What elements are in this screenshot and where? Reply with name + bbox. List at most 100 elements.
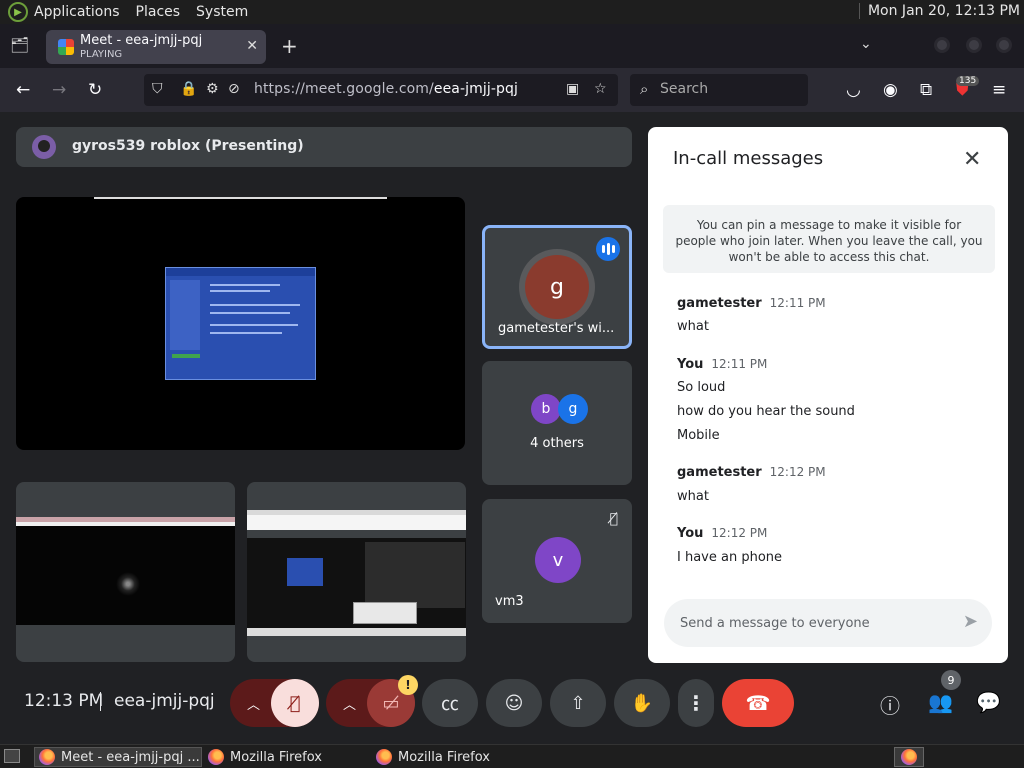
message-input[interactable] xyxy=(680,613,940,633)
reactions-emoji-button[interactable]: ☺ xyxy=(486,679,542,727)
presenter-name: gyros539 roblox (Presenting) xyxy=(72,138,304,154)
menu-applications[interactable]: Applications xyxy=(34,4,120,20)
extension-count-badge: 135 xyxy=(956,76,980,86)
presenter-avatar xyxy=(32,135,56,159)
window-maximize-icon[interactable] xyxy=(966,37,982,53)
app-menu-hamburger-icon[interactable]: ≡ xyxy=(992,80,1006,100)
search-placeholder: Search xyxy=(660,81,709,97)
search-bar[interactable]: ⌕ Search xyxy=(630,74,808,106)
list-all-tabs-chevron-icon[interactable]: ⌄ xyxy=(860,36,872,52)
people-icon[interactable]: 👥 xyxy=(928,690,953,714)
pocket-icon[interactable]: ◡ xyxy=(846,80,861,100)
url-text[interactable]: https://meet.google.com/eea-jmjj-pqj xyxy=(254,81,518,97)
tab-title: Meet - eea-jmjj-pqj xyxy=(80,33,203,48)
window-close-icon[interactable] xyxy=(996,37,1012,53)
tab-close-icon[interactable]: ✕ xyxy=(246,38,258,54)
avatar: g xyxy=(525,255,589,319)
participant-name: gametester's wi... xyxy=(498,321,615,336)
window-minimize-icon[interactable] xyxy=(934,37,950,53)
taskbar-item-firefox-1[interactable]: Mozilla Firefox xyxy=(204,747,370,767)
leave-call-button[interactable]: ☎ xyxy=(722,679,794,727)
captions-button[interactable]: ㏄ xyxy=(422,679,478,727)
message-header: You 12:11 PM xyxy=(677,357,768,372)
back-arrow-icon[interactable]: ← xyxy=(16,80,30,100)
camera-warning-badge: ! xyxy=(398,675,418,695)
new-tab-plus-icon[interactable]: + xyxy=(281,34,298,58)
reload-icon[interactable]: ↻ xyxy=(88,80,102,100)
close-icon[interactable]: ✕ xyxy=(963,147,981,172)
participant-tile-vm3[interactable]: 🎙̸ v vm3 xyxy=(482,499,632,623)
firefox-icon xyxy=(39,749,55,765)
video-options-chevron-up-icon[interactable]: ︿ xyxy=(343,694,356,713)
panel-title: In-call messages xyxy=(673,148,824,169)
participant-tile-others[interactable]: b g 4 others xyxy=(482,361,632,485)
message-header: You 12:12 PM xyxy=(677,526,768,541)
browser-nav-bar: ← → ↻ ⛉ 🔒 ⚙ ⊘ https://meet.google.com/ee… xyxy=(0,68,1024,112)
shared-xp-setup-window xyxy=(165,267,316,380)
message-text: I have an phone xyxy=(677,550,783,565)
people-count-badge: 9 xyxy=(941,670,961,690)
screen-share-thumbnail-1[interactable] xyxy=(16,482,235,662)
message-text: So loud xyxy=(677,380,726,395)
message-text: how do you hear the sound xyxy=(677,404,855,419)
tracking-shield-icon[interactable]: ⛉ xyxy=(152,81,163,97)
audio-options-chevron-up-icon[interactable]: ︿ xyxy=(247,694,260,713)
url-bar[interactable]: ⛉ 🔒 ⚙ ⊘ https://meet.google.com/eea-jmjj… xyxy=(144,74,618,106)
present-screen-button[interactable]: ⇧ xyxy=(550,679,606,727)
permissions-icon[interactable]: ⚙ xyxy=(206,81,219,97)
message-composer: ➤ xyxy=(664,599,992,647)
account-icon[interactable]: ◉ xyxy=(883,80,898,100)
raise-hand-button[interactable]: ✋ xyxy=(614,679,670,727)
message-header: gametester 12:12 PM xyxy=(677,465,826,480)
mic-control-group: ︿ 🎙̸ xyxy=(230,679,319,727)
participant-name: vm3 xyxy=(495,594,524,609)
avatar: g xyxy=(558,394,588,424)
taskbar-item-meet[interactable]: Meet - eea-jmjj-pqj ... xyxy=(34,747,202,767)
lock-icon[interactable]: 🔒 xyxy=(180,81,197,97)
system-clock[interactable]: Mon Jan 20, 12:13 PM xyxy=(858,3,1020,19)
tab-list-icon[interactable]: 🗂 xyxy=(10,36,30,56)
show-desktop-icon[interactable] xyxy=(4,749,20,763)
mic-off-button[interactable]: 🎙̸ xyxy=(271,679,319,727)
avatar: b xyxy=(531,394,561,424)
screen-share-thumbnail-2[interactable] xyxy=(247,482,466,662)
message-text: what xyxy=(677,319,709,334)
mic-off-icon: 🎙̸ xyxy=(609,511,618,527)
main-screen-share[interactable] xyxy=(16,197,465,450)
taskbar-item-firefox-2[interactable]: Mozilla Firefox xyxy=(372,747,538,767)
others-count-label: 4 others xyxy=(530,436,584,451)
extensions-puzzle-icon[interactable]: ⧉ xyxy=(920,80,932,100)
participant-tile-gametester[interactable]: g gametester's wi... xyxy=(482,225,632,349)
message-text: Mobile xyxy=(677,428,720,443)
applications-logo-icon[interactable]: ▶ xyxy=(8,2,28,22)
reader-view-icon[interactable]: ▣ xyxy=(566,81,579,97)
firefox-icon xyxy=(208,749,224,765)
firefox-icon xyxy=(376,749,392,765)
divider xyxy=(100,692,101,711)
meeting-code: eea-jmjj-pqj xyxy=(114,691,215,711)
avatar: v xyxy=(535,537,581,583)
tab-status: PLAYING xyxy=(80,49,123,60)
menu-system[interactable]: System xyxy=(196,4,248,20)
autoplay-blocked-icon[interactable]: ⊘ xyxy=(228,81,240,97)
presenter-bar: gyros539 roblox (Presenting) xyxy=(16,127,632,167)
forward-arrow-icon[interactable]: → xyxy=(52,80,66,100)
speaking-indicator-icon xyxy=(596,237,620,261)
meet-favicon-icon xyxy=(58,39,74,55)
in-call-messages-panel: In-call messages ✕ You can pin a message… xyxy=(648,127,1008,663)
chat-icon[interactable]: 💬 xyxy=(976,690,1001,714)
send-icon[interactable]: ➤ xyxy=(963,611,978,632)
more-options-button[interactable]: ⋮ xyxy=(678,679,714,727)
meeting-details-info-icon[interactable]: ⓘ xyxy=(880,690,900,719)
system-top-panel: ▶ Applications Places System Mon Jan 20,… xyxy=(0,0,1024,24)
menu-places[interactable]: Places xyxy=(136,4,181,20)
bookmark-star-icon[interactable]: ☆ xyxy=(594,81,607,97)
workspace-switcher[interactable] xyxy=(894,747,924,767)
call-time: 12:13 PM xyxy=(24,691,104,711)
message-header: gametester 12:11 PM xyxy=(677,296,826,311)
share-top-line xyxy=(94,197,387,199)
browser-tab-meet[interactable]: Meet - eea-jmjj-pqj PLAYING ✕ xyxy=(46,30,266,64)
search-icon: ⌕ xyxy=(640,80,649,98)
message-text: what xyxy=(677,489,709,504)
meet-call-area: gyros539 roblox (Presenting) g gameteste… xyxy=(0,112,1024,744)
